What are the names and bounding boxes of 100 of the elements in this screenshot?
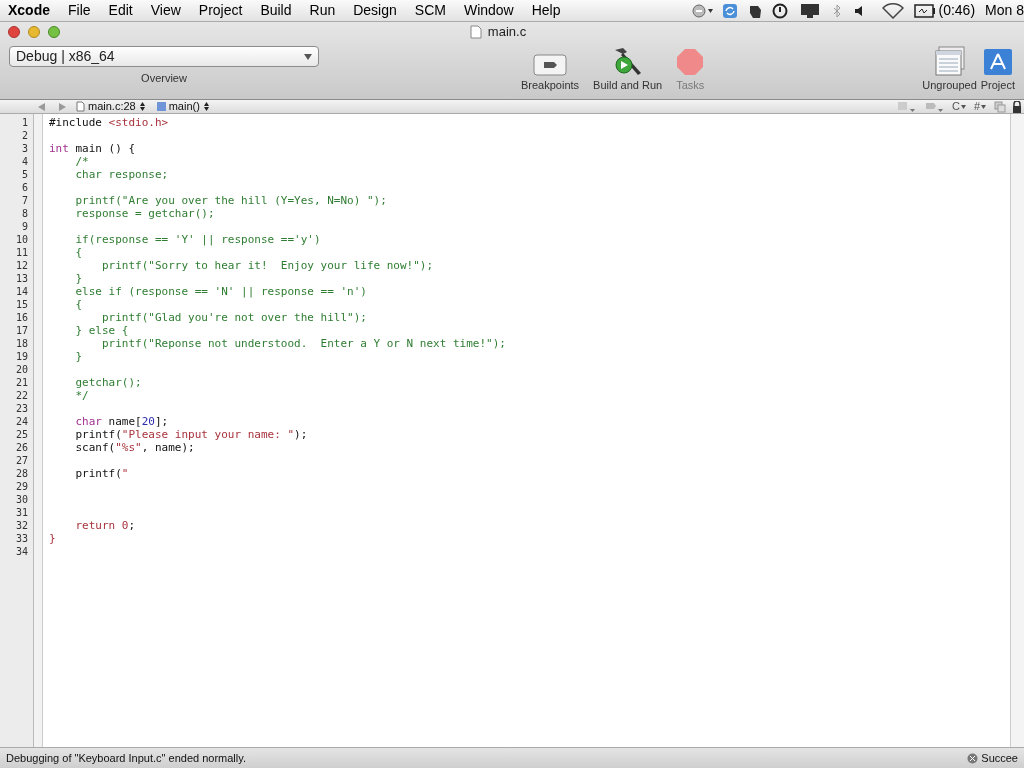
- line-number: 30: [14, 493, 29, 506]
- minimize-button[interactable]: [28, 26, 40, 38]
- back-button[interactable]: [38, 102, 45, 111]
- wifi-icon[interactable]: [881, 2, 904, 19]
- menu-item[interactable]: Run: [309, 0, 336, 21]
- bluetooth-icon[interactable]: [831, 2, 842, 19]
- sync-icon[interactable]: [721, 2, 738, 19]
- line-number: 15: [14, 298, 29, 311]
- menu-item[interactable]: Design: [353, 0, 397, 21]
- code-line: printf("Are you over the hill (Y=Yes, N=No) ");: [74, 194, 387, 207]
- menu-clock[interactable]: Mon 8: [985, 0, 1024, 21]
- file-popup[interactable]: main.c:28: [88, 98, 145, 115]
- code-line: int main () {: [49, 142, 136, 155]
- line-number: 12: [14, 259, 29, 272]
- line-number: 33: [14, 532, 29, 545]
- code-line: }: [74, 272, 83, 285]
- status-icon: [967, 752, 979, 764]
- line-number: 34: [14, 545, 29, 558]
- toolbar-button[interactable]: Ungrouped: [922, 46, 977, 94]
- line-number: 24: [14, 415, 29, 428]
- code-line: getchar();: [74, 376, 142, 389]
- app-icon: [982, 48, 1013, 76]
- code-line: /*: [74, 155, 89, 168]
- menu-item[interactable]: Edit: [108, 0, 133, 21]
- line-number: 5: [20, 168, 29, 181]
- line-number: 22: [14, 389, 29, 402]
- updown-icon: [203, 102, 209, 111]
- line-number: 11: [14, 246, 29, 259]
- menu-item[interactable]: Window: [463, 0, 514, 21]
- menu-item[interactable]: View: [150, 0, 181, 21]
- app-menu[interactable]: Xcode: [0, 0, 68, 21]
- toolbar-button[interactable]: Build and Run: [593, 46, 663, 94]
- forward-button[interactable]: [59, 102, 66, 111]
- line-number: 28: [14, 467, 29, 480]
- menu-item[interactable]: File: [68, 0, 91, 21]
- line-number: 16: [14, 311, 29, 324]
- nav-menu[interactable]: C: [951, 98, 966, 115]
- monitor-icon[interactable]: [799, 2, 820, 19]
- line-number: 4: [20, 155, 29, 168]
- line-number: 7: [20, 194, 29, 207]
- line-number: 25: [14, 428, 29, 441]
- toolbar-button[interactable]: Project: [980, 46, 1015, 94]
- line-number: 17: [14, 324, 29, 337]
- line-number: 3: [20, 142, 29, 155]
- close-button[interactable]: [8, 26, 20, 38]
- lock-icon[interactable]: [1012, 100, 1022, 113]
- menu-item[interactable]: Help: [531, 0, 561, 21]
- code-line: printf("Please input your name: ");: [74, 428, 308, 441]
- stop-icon: [676, 48, 705, 76]
- code-line: else if (response == 'N' || response == 'n'): [74, 285, 367, 298]
- line-number: 29: [14, 480, 29, 493]
- line-number: 21: [14, 376, 29, 389]
- code-line: {: [74, 246, 83, 259]
- line-number: 13: [14, 272, 29, 285]
- clock-icon[interactable]: [771, 2, 788, 19]
- toolbar-button[interactable]: Breakpoints: [521, 46, 580, 94]
- code-line: #include <stdio.h>: [49, 116, 169, 129]
- line-number: 27: [14, 454, 29, 467]
- code-line: printf("Reponse not understood. Enter a Y or N next time!");: [100, 337, 506, 350]
- code-line: }: [74, 350, 83, 363]
- status-message: Debugging of "Keyboard Input.c" ended normally.: [6, 750, 246, 766]
- line-number: 31: [14, 506, 29, 519]
- line-number: 26: [14, 441, 29, 454]
- windows-icon: [933, 46, 966, 76]
- zoom-button[interactable]: [48, 26, 60, 38]
- overview-dropdown[interactable]: Debug | x86_64: [9, 46, 319, 67]
- updown-icon: [139, 102, 145, 111]
- menu-item[interactable]: Project: [198, 0, 243, 21]
- dropdown-arrow-icon: [304, 53, 312, 60]
- code-line: char response;: [74, 168, 169, 181]
- nav-menu[interactable]: #: [973, 98, 986, 115]
- code-line: }: [49, 532, 56, 545]
- bookmarks-icon[interactable]: [895, 100, 918, 113]
- toolbar-label: Overview: [141, 71, 187, 86]
- battery-time: (0:46): [938, 1, 976, 20]
- breakpoint-icon: [533, 54, 568, 76]
- line-number: 18: [14, 337, 29, 350]
- battery-icon[interactable]: [913, 3, 936, 18]
- menu-item[interactable]: Build: [260, 0, 292, 21]
- split-icon[interactable]: [994, 100, 1006, 113]
- file-icon: [76, 101, 85, 112]
- window-title: main.c: [487, 23, 527, 42]
- line-number: 10: [14, 233, 29, 246]
- code-line: printf("Glad you're not over the hill");: [100, 311, 367, 324]
- code-line: if(response == 'Y' || response =='y'): [74, 233, 321, 246]
- function-popup[interactable]: main(): [168, 98, 209, 115]
- line-number: 8: [20, 207, 29, 220]
- line-number: 19: [14, 350, 29, 363]
- code-line: char name[20];: [74, 415, 169, 428]
- code-line: printf("Sorry to hear it! Enjoy your life now!");: [100, 259, 434, 272]
- function-icon: [156, 102, 166, 111]
- dropdown-arrow-icon: [960, 104, 966, 109]
- line-number: 14: [14, 285, 29, 298]
- menu-item[interactable]: SCM: [414, 0, 446, 21]
- dropdown-arrow-icon: [981, 104, 986, 109]
- line-number: 20: [14, 363, 29, 376]
- code-line: response = getchar();: [74, 207, 215, 220]
- line-number: 1: [20, 116, 29, 129]
- breakpoints-menu-icon[interactable]: [923, 100, 946, 113]
- status-icon[interactable]: [691, 3, 714, 18]
